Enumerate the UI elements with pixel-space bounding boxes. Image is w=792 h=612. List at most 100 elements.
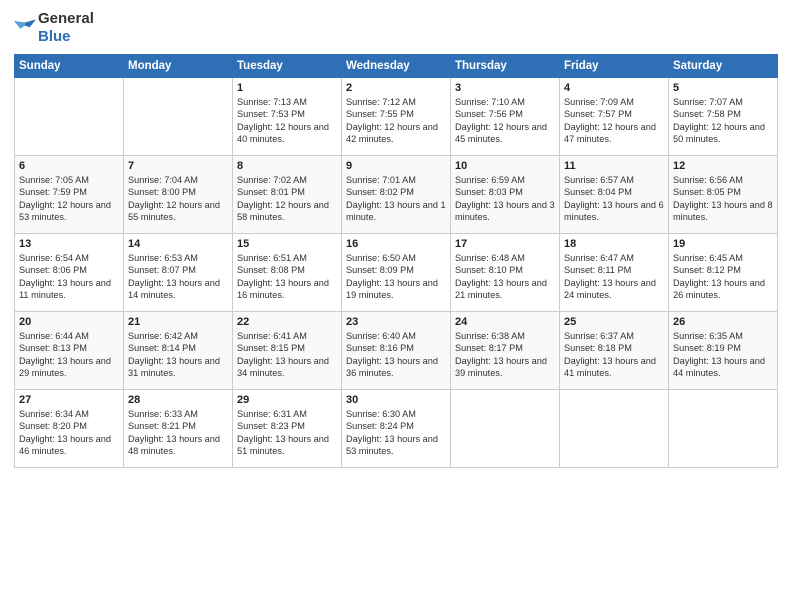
cell-info: Sunrise: 7:07 AM Sunset: 7:58 PM Dayligh…	[673, 96, 773, 146]
cell-info: Sunrise: 6:44 AM Sunset: 8:13 PM Dayligh…	[19, 330, 119, 380]
day-number: 25	[564, 316, 664, 328]
cell-info: Sunrise: 6:40 AM Sunset: 8:16 PM Dayligh…	[346, 330, 446, 380]
calendar-cell: 12 Sunrise: 6:56 AM Sunset: 8:05 PM Dayli…	[669, 156, 778, 234]
day-number: 29	[237, 394, 337, 406]
calendar-cell	[15, 78, 124, 156]
day-number: 19	[673, 238, 773, 250]
day-number: 18	[564, 238, 664, 250]
day-number: 15	[237, 238, 337, 250]
weekday-header-thursday: Thursday	[451, 55, 560, 78]
cell-info: Sunrise: 7:04 AM Sunset: 8:00 PM Dayligh…	[128, 174, 228, 224]
header: General Blue	[14, 10, 778, 46]
cell-info: Sunrise: 6:34 AM Sunset: 8:20 PM Dayligh…	[19, 408, 119, 458]
calendar-cell	[560, 390, 669, 468]
day-number: 6	[19, 160, 119, 172]
day-number: 22	[237, 316, 337, 328]
page: General Blue SundayMondayTuesdayWednesda…	[0, 0, 792, 612]
day-number: 27	[19, 394, 119, 406]
calendar-cell	[124, 78, 233, 156]
calendar-cell: 25 Sunrise: 6:37 AM Sunset: 8:18 PM Dayli…	[560, 312, 669, 390]
calendar-cell	[451, 390, 560, 468]
cell-info: Sunrise: 7:02 AM Sunset: 8:01 PM Dayligh…	[237, 174, 337, 224]
weekday-header-saturday: Saturday	[669, 55, 778, 78]
day-number: 28	[128, 394, 228, 406]
logo-blue: Blue	[38, 28, 71, 45]
calendar-cell: 28 Sunrise: 6:33 AM Sunset: 8:21 PM Dayli…	[124, 390, 233, 468]
day-number: 14	[128, 238, 228, 250]
calendar-cell: 18Sunrise: 6:47 AM Sunset: 8:11 PM Dayli…	[560, 234, 669, 312]
cell-info: Sunrise: 7:01 AM Sunset: 8:02 PM Dayligh…	[346, 174, 446, 224]
calendar-cell: 14 Sunrise: 6:53 AM Sunset: 8:07 PM Dayli…	[124, 234, 233, 312]
cell-info: Sunrise: 7:13 AM Sunset: 7:53 PM Dayligh…	[237, 96, 337, 146]
day-number: 9	[346, 160, 446, 172]
cell-info: Sunrise: 6:53 AM Sunset: 8:07 PM Dayligh…	[128, 252, 228, 302]
day-number: 11	[564, 160, 664, 172]
day-number: 16	[346, 238, 446, 250]
cell-info: Sunrise: 7:12 AM Sunset: 7:55 PM Dayligh…	[346, 96, 446, 146]
calendar-cell: 29Sunrise: 6:31 AM Sunset: 8:23 PM Dayli…	[233, 390, 342, 468]
cell-info: Sunrise: 6:37 AM Sunset: 8:18 PM Dayligh…	[564, 330, 664, 380]
calendar-cell: 10 Sunrise: 6:59 AM Sunset: 8:03 PM Dayli…	[451, 156, 560, 234]
cell-info: Sunrise: 6:51 AM Sunset: 8:08 PM Dayligh…	[237, 252, 337, 302]
cell-info: Sunrise: 6:56 AM Sunset: 8:05 PM Dayligh…	[673, 174, 773, 224]
calendar-cell: 6 Sunrise: 7:05 AM Sunset: 7:59 PM Daylig…	[15, 156, 124, 234]
weekday-header-friday: Friday	[560, 55, 669, 78]
calendar-cell: 13 Sunrise: 6:54 AM Sunset: 8:06 PM Dayli…	[15, 234, 124, 312]
calendar-cell: 9 Sunrise: 7:01 AM Sunset: 8:02 PM Daylig…	[342, 156, 451, 234]
day-number: 5	[673, 82, 773, 94]
calendar-cell: 30Sunrise: 6:30 AM Sunset: 8:24 PM Dayli…	[342, 390, 451, 468]
calendar-cell: 4 Sunrise: 7:09 AM Sunset: 7:57 PM Daylig…	[560, 78, 669, 156]
day-number: 20	[19, 316, 119, 328]
day-number: 24	[455, 316, 555, 328]
day-number: 1	[237, 82, 337, 94]
day-number: 12	[673, 160, 773, 172]
cell-info: Sunrise: 6:35 AM Sunset: 8:19 PM Dayligh…	[673, 330, 773, 380]
cell-info: Sunrise: 7:05 AM Sunset: 7:59 PM Dayligh…	[19, 174, 119, 224]
calendar-cell: 16 Sunrise: 6:50 AM Sunset: 8:09 PM Dayli…	[342, 234, 451, 312]
day-number: 26	[673, 316, 773, 328]
calendar-cell: 24 Sunrise: 6:38 AM Sunset: 8:17 PM Dayli…	[451, 312, 560, 390]
day-number: 8	[237, 160, 337, 172]
weekday-header-wednesday: Wednesday	[342, 55, 451, 78]
day-number: 10	[455, 160, 555, 172]
logo-general: General	[38, 10, 94, 27]
cell-info: Sunrise: 6:41 AM Sunset: 8:15 PM Dayligh…	[237, 330, 337, 380]
calendar-week-row: 6 Sunrise: 7:05 AM Sunset: 7:59 PM Daylig…	[15, 156, 778, 234]
calendar-cell: 1 Sunrise: 7:13 AM Sunset: 7:53 PM Daylig…	[233, 78, 342, 156]
day-number: 3	[455, 82, 555, 94]
calendar-cell: 27 Sunrise: 6:34 AM Sunset: 8:20 PM Dayli…	[15, 390, 124, 468]
day-number: 30	[346, 394, 446, 406]
weekday-header-sunday: Sunday	[15, 55, 124, 78]
cell-info: Sunrise: 6:54 AM Sunset: 8:06 PM Dayligh…	[19, 252, 119, 302]
calendar-cell: 17 Sunrise: 6:48 AM Sunset: 8:10 PM Dayli…	[451, 234, 560, 312]
day-number: 7	[128, 160, 228, 172]
cell-info: Sunrise: 6:42 AM Sunset: 8:14 PM Dayligh…	[128, 330, 228, 380]
logo-bird-icon	[14, 19, 36, 37]
cell-info: Sunrise: 6:48 AM Sunset: 8:10 PM Dayligh…	[455, 252, 555, 302]
calendar-week-row: 27 Sunrise: 6:34 AM Sunset: 8:20 PM Dayli…	[15, 390, 778, 468]
calendar-cell: 23 Sunrise: 6:40 AM Sunset: 8:16 PM Dayli…	[342, 312, 451, 390]
cell-info: Sunrise: 6:33 AM Sunset: 8:21 PM Dayligh…	[128, 408, 228, 458]
calendar-cell: 22 Sunrise: 6:41 AM Sunset: 8:15 PM Dayli…	[233, 312, 342, 390]
calendar-cell: 26 Sunrise: 6:35 AM Sunset: 8:19 PM Dayli…	[669, 312, 778, 390]
cell-info: Sunrise: 7:10 AM Sunset: 7:56 PM Dayligh…	[455, 96, 555, 146]
day-number: 13	[19, 238, 119, 250]
cell-info: Sunrise: 6:57 AM Sunset: 8:04 PM Dayligh…	[564, 174, 664, 224]
calendar-table: SundayMondayTuesdayWednesdayThursdayFrid…	[14, 54, 778, 468]
calendar-cell: 20 Sunrise: 6:44 AM Sunset: 8:13 PM Dayli…	[15, 312, 124, 390]
calendar-cell: 8 Sunrise: 7:02 AM Sunset: 8:01 PM Daylig…	[233, 156, 342, 234]
calendar-cell: 19Sunrise: 6:45 AM Sunset: 8:12 PM Dayli…	[669, 234, 778, 312]
calendar-cell: 15 Sunrise: 6:51 AM Sunset: 8:08 PM Dayli…	[233, 234, 342, 312]
day-number: 21	[128, 316, 228, 328]
logo: General Blue	[14, 10, 94, 46]
cell-info: Sunrise: 7:09 AM Sunset: 7:57 PM Dayligh…	[564, 96, 664, 146]
cell-info: Sunrise: 6:50 AM Sunset: 8:09 PM Dayligh…	[346, 252, 446, 302]
day-number: 2	[346, 82, 446, 94]
cell-info: Sunrise: 6:59 AM Sunset: 8:03 PM Dayligh…	[455, 174, 555, 224]
day-number: 23	[346, 316, 446, 328]
calendar-cell: 7 Sunrise: 7:04 AM Sunset: 8:00 PM Daylig…	[124, 156, 233, 234]
day-number: 4	[564, 82, 664, 94]
cell-info: Sunrise: 6:38 AM Sunset: 8:17 PM Dayligh…	[455, 330, 555, 380]
weekday-header-row: SundayMondayTuesdayWednesdayThursdayFrid…	[15, 55, 778, 78]
day-number: 17	[455, 238, 555, 250]
